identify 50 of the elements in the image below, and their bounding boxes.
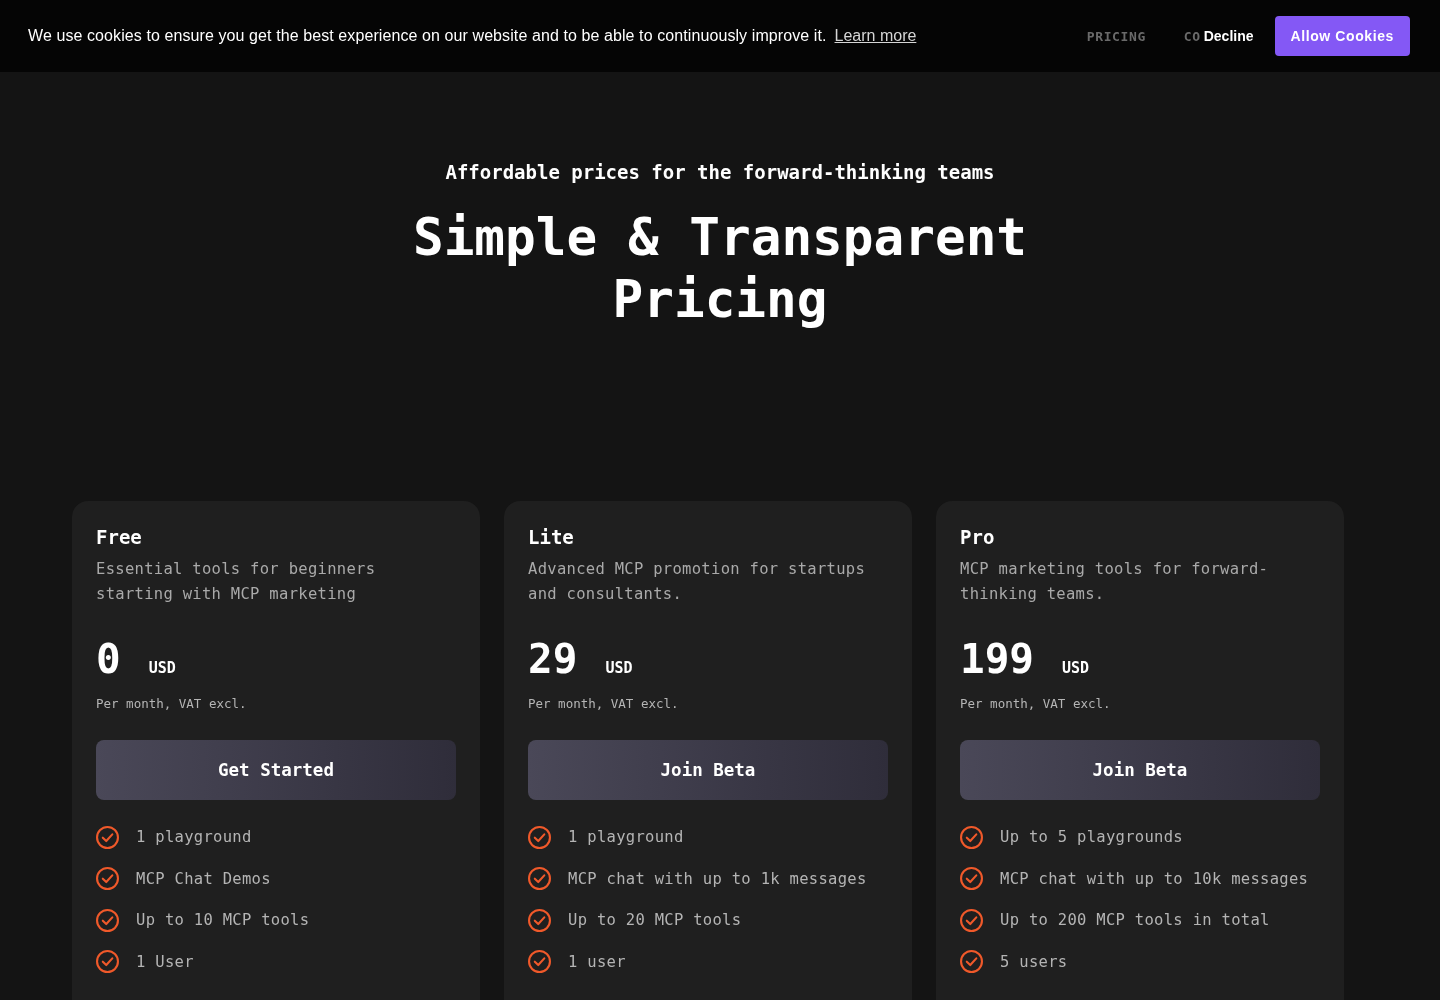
feature-text: 1 User [136, 952, 194, 971]
feature-text: MCP chat with up to 10k messages [1000, 869, 1309, 888]
check-circle-icon [528, 867, 551, 890]
check-circle-icon [528, 950, 551, 973]
feature-text: MCP chat with up to 1k messages [568, 869, 867, 888]
check-circle-icon [960, 867, 983, 890]
cookie-message: We use cookies to ensure you get the best experience on our website and to be able to continuously improve it. [28, 27, 827, 45]
plan-cta-button[interactable]: Join Beta [960, 740, 1320, 800]
feature-text: 1 playground [568, 828, 684, 846]
price-period: Per month, VAT excl. [528, 695, 679, 713]
price-period: Per month, VAT excl. [96, 695, 247, 713]
check-circle-icon [96, 867, 119, 890]
feature-text: 1 user [568, 952, 626, 971]
hero-title: Simple & Transparent Pricing [411, 207, 1029, 331]
plan-price: 0 [96, 635, 121, 683]
plan-price: 199 [960, 635, 1035, 683]
price-currency: USD [605, 659, 633, 677]
hero-subtitle: Affordable prices for the forward-thinking teams [445, 160, 995, 185]
plan-cta-button[interactable]: Join Beta [528, 740, 888, 800]
allow-cookies-button[interactable]: Allow Cookies [1274, 16, 1410, 56]
plan-description: MCP marketing tools for forward-thinking teams. [960, 559, 1270, 605]
check-circle-icon [960, 950, 983, 973]
price-period: Per month, VAT excl. [960, 695, 1111, 713]
feature-text: MCP Chat Demos [136, 869, 271, 888]
check-circle-icon [96, 825, 119, 849]
feature-text: 1 playground [136, 828, 252, 846]
price-currency: USD [148, 659, 176, 677]
check-circle-icon [96, 908, 119, 932]
plan-description: Essential tools for beginners starting with MCP marketing [96, 559, 377, 605]
nav-link[interactable]: PRICING [1086, 28, 1146, 44]
learn-more-link[interactable]: Learn more [834, 27, 917, 45]
plan-description: Advanced MCP promotion for startups and consultants. [528, 559, 867, 605]
plan-price: 29 [528, 635, 578, 683]
plan-name: Lite [528, 525, 574, 549]
check-circle-icon [96, 950, 119, 973]
check-circle-icon [528, 825, 551, 849]
feature-text: Up to 20 MCP tools [568, 911, 742, 929]
plan-name: Free [96, 525, 142, 549]
check-circle-icon [960, 908, 983, 932]
check-circle-icon [960, 825, 983, 849]
feature-text: Up to 5 playgrounds [1000, 828, 1183, 846]
price-currency: USD [1062, 659, 1090, 677]
feature-text: Up to 200 MCP tools in total [1000, 911, 1270, 929]
check-circle-icon [528, 908, 551, 932]
feature-text: 5 users [1000, 952, 1068, 971]
feature-text: Up to 10 MCP tools [136, 911, 310, 929]
decline-button[interactable]: Decline [1203, 28, 1254, 44]
plan-name: Pro [960, 525, 995, 549]
nav-link[interactable]: CO [1183, 28, 1201, 44]
plan-cta-button[interactable]: Get Started [96, 740, 456, 800]
